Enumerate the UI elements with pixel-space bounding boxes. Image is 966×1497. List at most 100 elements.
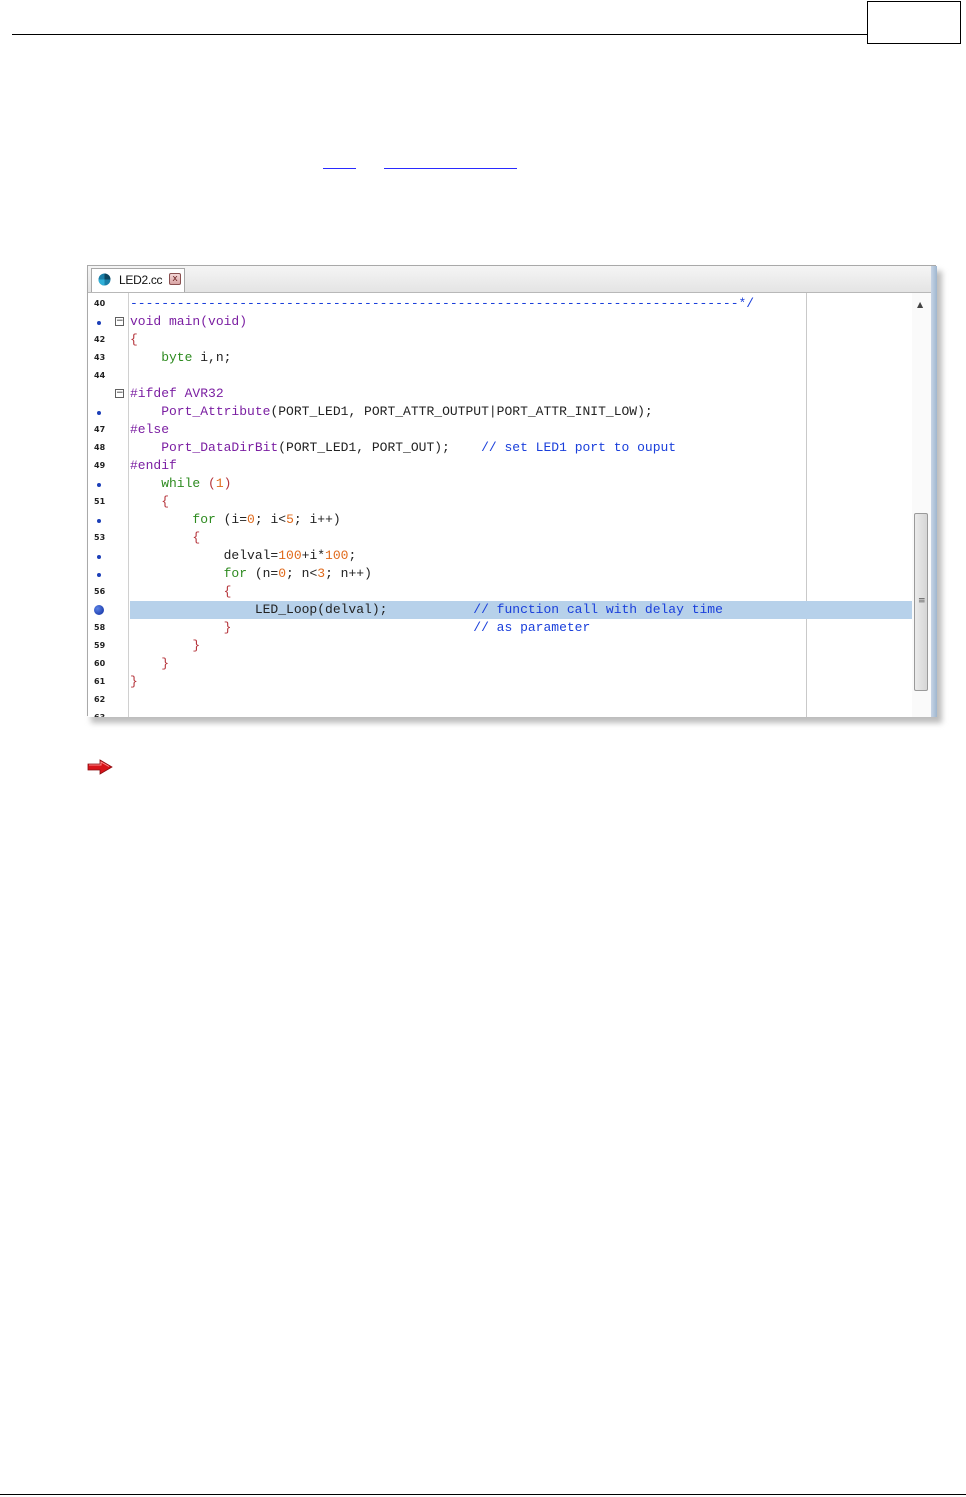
code-token: while [130,476,209,491]
code-line[interactable]: 51 { [88,493,912,511]
editor-frame: LED2.cc x 40 ----------------------------… [87,265,937,717]
code-token: // set LED1 port to ouput [481,440,677,455]
code-token: 5 [286,512,294,527]
scroll-up-icon[interactable]: ▲ [917,300,923,309]
code-token: } [130,674,138,689]
code-text: #else [130,422,169,438]
hyperlink-short[interactable] [323,154,356,169]
fold-toggle-icon[interactable]: − [115,317,124,326]
code-token: (PORT_LED1, PORT_OUT); [278,440,482,455]
code-text: while (1) [130,476,231,492]
code-line[interactable]: 58 } // as parameter [88,619,912,637]
code-text: #ifdef AVR32 [130,386,224,402]
hyperlink-long[interactable] [384,154,517,169]
line-marker-dot-icon[interactable] [97,321,101,325]
code-token: +i* [301,548,326,563]
vertical-scrollbar[interactable]: ▲ ≡ [912,293,931,717]
line-marker-dot-icon[interactable] [97,519,101,523]
line-marker-dot-icon[interactable] [97,411,101,415]
line-marker-dot-icon[interactable] [97,483,101,487]
code-token: 100 [278,548,302,563]
code-text: #endif [130,458,177,474]
code-line[interactable]: 60 } [88,655,912,673]
line-number: 59 [94,641,106,650]
code-token: 1 [215,476,224,491]
code-line[interactable]: 59 } [88,637,912,655]
code-token: for [130,512,224,527]
code-line[interactable]: 47 #else [88,421,912,439]
line-number: 58 [94,623,106,632]
code-line[interactable]: 48 Port_DataDirBit(PORT_LED1, PORT_OUT);… [88,439,912,457]
code-token: ----------------------------------------… [130,296,755,311]
code-token: LED_Loop(delval); [130,602,474,617]
code-text: { [130,530,200,546]
code-token: // as parameter [473,620,591,635]
code-token: #ifdef AVR32 [130,386,224,401]
editor-tab-bar: LED2.cc x [88,266,935,293]
code-token: { [130,584,232,599]
code-line[interactable]: 62 [88,691,912,709]
code-line[interactable]: while (1) [88,475,912,493]
code-line[interactable]: 63 [88,709,912,717]
code-line[interactable]: 43 byte i,n; [88,349,912,367]
code-token: (i= [223,512,248,527]
code-area[interactable]: 40 --------------------------------------… [88,293,931,717]
line-number: 43 [94,353,106,362]
code-line[interactable]: 61} [88,673,912,691]
code-token: // function call with delay time [473,602,723,617]
code-text: Port_Attribute(PORT_LED1, PORT_ATTR_OUTP… [130,404,653,420]
code-token: byte [130,350,201,365]
code-line[interactable]: Port_Attribute(PORT_LED1, PORT_ATTR_OUTP… [88,403,912,421]
code-line[interactable]: delval=100+i*100; [88,547,912,565]
tab-label: LED2.cc [119,273,163,287]
code-token: 100 [325,548,349,563]
code-line[interactable]: 40 --------------------------------------… [88,295,912,313]
code-text: LED_Loop(delval); // function call with … [130,602,723,618]
code-token: ; [348,548,357,563]
code-text: for (i=0; i<5; i++) [130,512,341,528]
code-token: void main(void) [130,314,248,329]
window-border [931,266,937,717]
code-token: { [130,494,170,509]
code-text: { [130,332,138,348]
grip-icon: ≡ [918,596,926,606]
code-line[interactable]: 53 { [88,529,912,547]
code-line[interactable]: − void main(void) [88,313,912,331]
code-text: void main(void) [130,314,247,330]
code-line[interactable]: 44 [88,367,912,385]
code-token: ; i++) [293,512,341,527]
code-text: } // as parameter [130,620,591,636]
code-text: for (n=0; n<3; n++) [130,566,372,582]
close-icon[interactable]: x [169,273,181,285]
breakpoint-icon[interactable] [94,605,104,615]
code-line[interactable]: 42 { [88,331,912,349]
code-line[interactable]: − #ifdef AVR32 [88,385,912,403]
code-token: 0 [278,566,287,581]
code-text: } [130,656,169,672]
code-token: Port_Attribute [130,404,271,419]
code-token: #else [130,422,170,437]
line-number: 48 [94,443,106,452]
code-text: Port_DataDirBit(PORT_LED1, PORT_OUT); //… [130,440,676,456]
code-line-current[interactable]: LED_Loop(delval); // function call with … [88,601,912,619]
code-token: } [130,620,474,635]
fold-toggle-icon[interactable]: − [115,389,124,398]
line-number: 40 [94,299,106,308]
code-token: 3 [317,566,326,581]
code-line[interactable]: for (i=0; i<5; i++) [88,511,912,529]
tab-led2-cc[interactable]: LED2.cc x [91,268,185,292]
code-text: } [130,674,138,690]
code-text: byte i,n; [130,350,231,366]
line-marker-dot-icon[interactable] [97,573,101,577]
code-line[interactable]: 49 #endif [88,457,912,475]
code-token: { [130,530,201,545]
code-text: { [130,494,169,510]
page-number-box [867,1,961,44]
code-line[interactable]: 56 { [88,583,912,601]
code-token: 0 [247,512,255,527]
scrollbar-thumb[interactable]: ≡ [914,513,928,691]
red-arrow-icon [87,759,113,775]
code-text: ----------------------------------------… [130,296,754,312]
code-line[interactable]: for (n=0; n<3; n++) [88,565,912,583]
line-marker-dot-icon[interactable] [97,555,101,559]
